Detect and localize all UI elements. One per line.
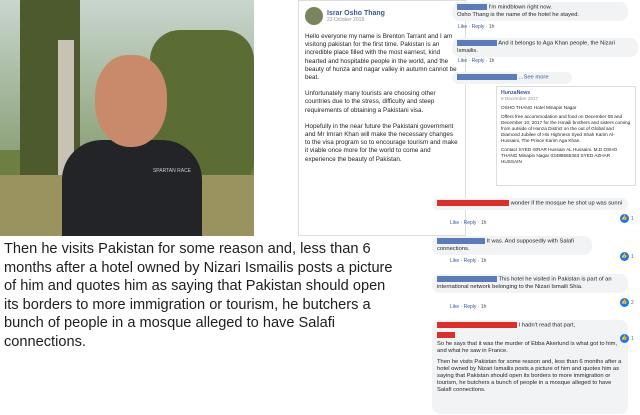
comment-text: Then he visits Pakistan for some reason … [437, 359, 622, 394]
like-reaction-icon[interactable]: 👍 [620, 214, 629, 223]
comment-bubble: It was. And supposedly with Salafi conne… [432, 236, 592, 255]
author-avatar[interactable] [305, 7, 323, 25]
comment-bubble: I hadn't read that part, So he says that… [432, 320, 628, 414]
comment-actions: Like · Reply · 1h [450, 304, 487, 310]
redacted-name [437, 276, 497, 282]
like-reaction-icon[interactable]: 👍 [620, 334, 629, 343]
comment-text: Osho Thang is the name of the hotel he s… [457, 11, 580, 18]
shirt-logo: SPARTAN RACE [152, 168, 192, 174]
redacted-name [457, 74, 517, 80]
comment-actions: Like · Reply · 1h [450, 258, 487, 264]
like-reaction-icon[interactable]: 👍 [620, 298, 629, 307]
zoomed-quote-text: Then he visits Pakistan for some reason … [4, 241, 393, 350]
redacted-name [457, 4, 487, 10]
reply-link[interactable]: Reply [464, 220, 477, 226]
profile-photo: SPARTAN RACE [0, 0, 254, 236]
redacted-name [437, 322, 517, 328]
comment-actions: Like · Reply · 1h [458, 58, 495, 64]
like-link[interactable]: Like [450, 304, 459, 310]
post-paragraph: Hello everyone my name is Brenton Tarran… [305, 33, 457, 82]
shared-post-contact: Contact SYED ISRAR Hussain AL Hussaini. … [501, 146, 618, 165]
comment-bubble: And it belongs to Aga Khan people, the N… [452, 38, 638, 57]
comment-bubble: wonder if the mosque he shot up was sunn… [432, 198, 628, 210]
like-link[interactable]: Like [450, 258, 459, 264]
comment-text: So he says that it was the murder of Ebb… [437, 341, 618, 355]
comment-bubble: I'm mindblown right now. Osho Thang is t… [452, 2, 628, 21]
comment-bubble: ...See more [452, 72, 572, 84]
comment-text: I hadn't read that part, [518, 322, 576, 329]
post-paragraph: Unfortunately many tourists are choosing… [305, 90, 436, 114]
redacted-name [437, 238, 485, 244]
post-date[interactable]: 23 October 2018 [327, 17, 385, 23]
like-link[interactable]: Like [450, 220, 459, 226]
shared-post-title: OSHO THANG Hotel Minapin Nagar [501, 105, 577, 111]
shared-post-card[interactable]: HunzaNews 8 December 2017 OSHO THANG Hot… [496, 86, 636, 186]
comment-actions: Like · Reply · 1h [458, 24, 495, 30]
like-link[interactable]: Like [458, 24, 467, 30]
redacted-name [437, 200, 509, 206]
post-author[interactable]: Israr Osho Thang [327, 10, 385, 17]
reply-link[interactable]: Reply [472, 24, 485, 30]
comment-text: I'm mindblown right now. [488, 4, 552, 11]
reply-link[interactable]: Reply [464, 258, 477, 264]
post-paragraph: Hopefully in the near future the Pakista… [305, 122, 458, 163]
comment-bubble: This hotel he visited in Pakistan is par… [432, 274, 628, 293]
comment-thread: I'm mindblown right now. Osho Thang is t… [432, 0, 640, 415]
reaction-count: 1 [631, 216, 634, 222]
reply-link[interactable]: Reply [472, 58, 485, 64]
comment-actions: Like · Reply · 1h [450, 220, 487, 226]
shared-post-date: 8 December 2017 [501, 96, 539, 102]
reaction-count: 1 [631, 254, 634, 260]
reaction-count: 1 [631, 336, 634, 342]
redacted-name [437, 331, 455, 338]
see-more-link[interactable]: ...See more [519, 75, 549, 81]
comment-text: wonder if the mosque he shot up was sunn… [510, 200, 623, 207]
reply-link[interactable]: Reply [464, 304, 477, 310]
like-reaction-icon[interactable]: 👍 [620, 252, 629, 261]
reaction-count: 2 [631, 300, 634, 306]
redacted-name [457, 40, 497, 46]
shared-post-body: Offers free accommodation and food on De… [501, 113, 631, 144]
like-link[interactable]: Like [458, 58, 467, 64]
zoomed-quote: Then he visits Pakistan for some reason … [0, 236, 402, 415]
